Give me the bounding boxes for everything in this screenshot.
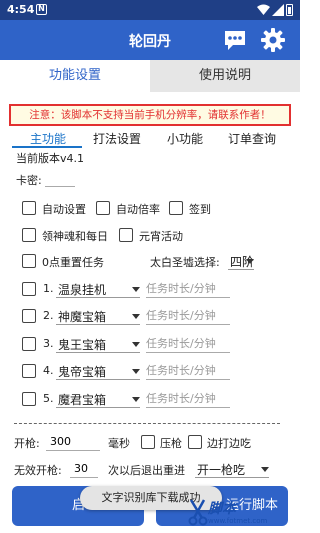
chevron-down-icon (132, 314, 140, 319)
options-row-3: 0点重置任务 太白圣墟选择: 四阶 (0, 251, 300, 273)
task-5-select[interactable]: 魔君宝箱 (56, 390, 140, 408)
card-key-label: 卡密: (16, 174, 42, 187)
auto-settings-label: 自动设置 (42, 203, 86, 216)
task-4-checkbox[interactable] (22, 364, 36, 378)
task-3-checkbox[interactable] (22, 337, 36, 351)
fight-eat-checkbox[interactable] (188, 435, 202, 449)
auto-settings-checkbox[interactable] (22, 201, 36, 215)
task-row: 5. 魔君宝箱 (0, 389, 300, 411)
task-5-number: 5. (43, 392, 54, 405)
task-5-duration-input[interactable] (146, 390, 230, 408)
lantern-event-label: 元宵活动 (139, 230, 183, 243)
app-bar: 轮回丹 (0, 20, 300, 60)
section-divider (14, 423, 280, 424)
subtab-orders[interactable]: 订单查询 (228, 130, 276, 147)
app-title: 轮回丹 (129, 34, 171, 50)
press-gun-checkbox[interactable] (141, 435, 155, 449)
subtab-main[interactable]: 主功能 (30, 130, 66, 147)
wifi-icon (257, 4, 270, 15)
tab-function-settings[interactable]: 功能设置 (0, 60, 150, 92)
task-5-checkbox[interactable] (22, 392, 36, 406)
taibai-label: 太白圣墟选择: (150, 256, 220, 269)
midnight-reset-checkbox[interactable] (22, 254, 36, 268)
task-3-number: 3. (43, 337, 54, 350)
main-tabs: 功能设置 使用说明 (0, 60, 300, 92)
claim-soul-daily-checkbox[interactable] (22, 228, 36, 242)
settings-button[interactable] (259, 26, 287, 54)
task-2-duration-input[interactable] (146, 307, 230, 325)
task-2-select[interactable]: 神魔宝箱 (56, 307, 140, 325)
auto-multiplier-checkbox[interactable] (96, 201, 110, 215)
version-label: 当前版本v4.1 (16, 152, 85, 165)
task-row: 1. 温泉挂机 (0, 279, 300, 301)
task-3-name: 鬼王宝箱 (58, 338, 107, 352)
invalid-fire-label: 无效开枪: (14, 464, 62, 477)
checkin-label: 签到 (189, 203, 211, 216)
press-gun-label: 压枪 (160, 437, 182, 450)
chat-button[interactable] (221, 26, 249, 54)
tab-instructions[interactable]: 使用说明 (150, 60, 300, 92)
fire-interval-input[interactable] (46, 433, 100, 451)
task-row: 3. 鬼王宝箱 (0, 334, 300, 356)
status-time: 4:54 (7, 3, 35, 16)
subtab-minor[interactable]: 小功能 (167, 130, 203, 147)
claim-soul-daily-label: 领神魂和每日 (42, 230, 108, 243)
lantern-event-checkbox[interactable] (119, 228, 133, 242)
task-row: 2. 神魔宝箱 (0, 306, 300, 328)
watermark-logo: 脚本 www.fotmet.com (188, 498, 296, 528)
fire-label: 开枪: (14, 437, 40, 450)
midnight-reset-label: 0点重置任务 (42, 256, 104, 269)
task-2-name: 神魔宝箱 (58, 310, 107, 324)
chevron-down-icon (132, 369, 140, 374)
task-4-duration-input[interactable] (146, 362, 230, 380)
gear-icon (261, 28, 285, 52)
chevron-down-icon (132, 287, 140, 292)
chevron-down-icon (132, 397, 140, 402)
invalid-fire-suffix: 次以后退出重进 (108, 464, 185, 477)
chevron-down-icon (132, 342, 140, 347)
task-3-select[interactable]: 鬼王宝箱 (56, 335, 140, 353)
task-1-select[interactable]: 温泉挂机 (56, 280, 140, 298)
chevron-down-icon (261, 467, 269, 472)
fire-row: 开枪: 毫秒 压枪 边打边吃 (0, 432, 300, 454)
fire-mode-value: 开一枪吃 (197, 463, 246, 477)
task-2-number: 2. (43, 309, 54, 322)
fire-mode-select[interactable]: 开一枪吃 (195, 460, 269, 478)
status-bar: 4:54 N (0, 0, 300, 20)
task-1-checkbox[interactable] (22, 282, 36, 296)
task-4-number: 4. (43, 364, 54, 377)
task-1-number: 1. (43, 282, 54, 295)
scissors-logo-icon (188, 499, 208, 526)
chat-icon (225, 31, 245, 50)
card-key-input[interactable] (45, 171, 75, 187)
watermark-title: 脚本 (208, 501, 236, 517)
fight-eat-label: 边打边吃 (207, 437, 251, 450)
options-row-1: 自动设置 自动倍率 签到 (0, 198, 300, 220)
invalid-fire-count-input[interactable] (70, 460, 98, 478)
signal-icon (272, 4, 284, 16)
task-1-duration-input[interactable] (146, 280, 230, 298)
task-2-checkbox[interactable] (22, 309, 36, 323)
notification-icon: N (36, 4, 47, 15)
invalid-fire-row: 无效开枪: 次以后退出重进 开一枪吃 (0, 459, 300, 481)
task-3-duration-input[interactable] (146, 335, 230, 353)
active-tab-indicator (12, 146, 82, 148)
watermark-url: www.fotmet.com (208, 517, 268, 525)
chevron-down-icon (246, 259, 254, 264)
options-row-2: 领神魂和每日 元宵活动 (0, 225, 300, 247)
resolution-warning: 注意：该脚本不支持当前手机分辨率，请联系作者！ (9, 104, 291, 126)
task-1-name: 温泉挂机 (58, 283, 107, 297)
task-row: 4. 鬼帝宝箱 (0, 361, 300, 383)
task-4-select[interactable]: 鬼帝宝箱 (56, 362, 140, 380)
subtab-tactics[interactable]: 打法设置 (93, 130, 141, 147)
task-4-name: 鬼帝宝箱 (58, 365, 107, 379)
battery-icon (286, 4, 293, 16)
checkin-checkbox[interactable] (169, 201, 183, 215)
fire-unit-label: 毫秒 (108, 437, 130, 450)
task-5-name: 魔君宝箱 (58, 393, 107, 407)
auto-multiplier-label: 自动倍率 (116, 203, 160, 216)
